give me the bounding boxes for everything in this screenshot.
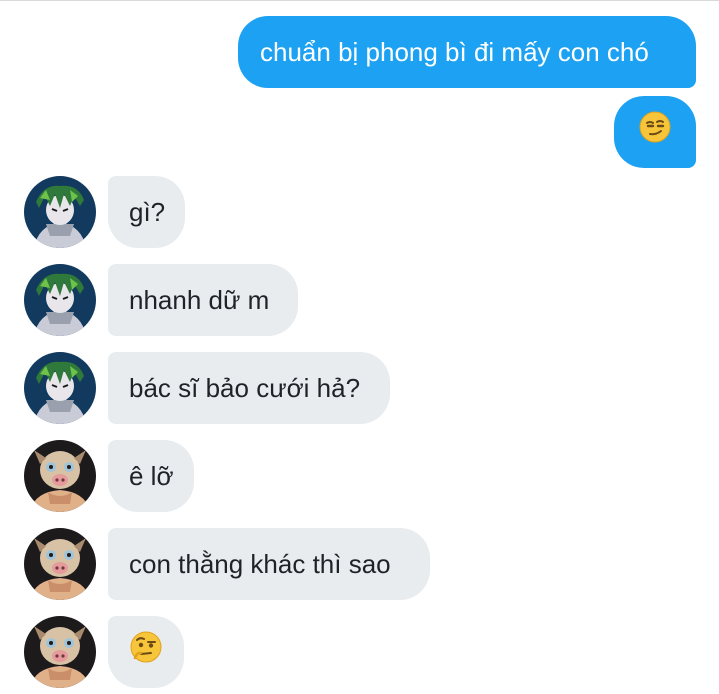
face-with-raised-eyebrow-emoji [130,618,162,690]
chat-thread: chuẩn bị phong bì đi mấy con chó gì? nha… [0,0,719,694]
message-bubble-received[interactable]: nhanh dữ m [108,264,298,336]
message-text: chuẩn bị phong bì đi mấy con chó [260,37,649,67]
boar-mask-avatar[interactable] [24,440,96,512]
green-hair-avatar[interactable] [24,264,96,336]
message-bubble-received[interactable]: bác sĩ bảo cưới hả? [108,352,390,424]
message-text: ê lỡ [129,461,174,491]
message-text: con thằng khác thì sao [129,549,391,579]
message-text: bác sĩ bảo cưới hả? [129,373,361,403]
message-bubble-received[interactable]: ê lỡ [108,440,194,512]
message-bubble-sent[interactable] [614,96,696,168]
message-bubble-sent[interactable]: chuẩn bị phong bì đi mấy con chó [238,16,696,88]
smirking-face-emoji [639,98,671,170]
message-bubble-received[interactable] [108,616,184,688]
green-hair-avatar[interactable] [24,352,96,424]
green-hair-avatar[interactable] [24,176,96,248]
message-text: nhanh dữ m [129,285,270,315]
boar-mask-avatar[interactable] [24,528,96,600]
message-bubble-received[interactable]: con thằng khác thì sao [108,528,430,600]
message-bubble-received[interactable]: gì? [108,176,185,248]
boar-mask-avatar[interactable] [24,616,96,688]
message-text: gì? [129,197,166,227]
